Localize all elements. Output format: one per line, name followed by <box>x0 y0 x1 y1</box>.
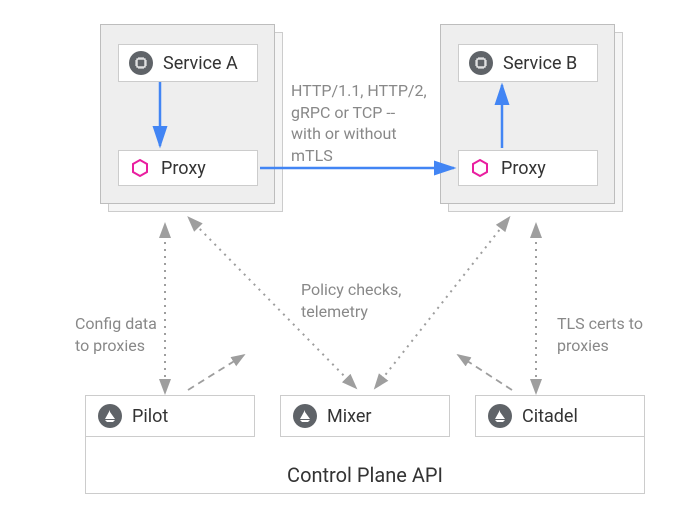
service-b-box: Service B <box>458 44 598 82</box>
chip-icon <box>129 51 153 75</box>
proxy-b-box: Proxy <box>458 150 598 186</box>
hexagon-icon <box>469 157 491 179</box>
tls-annotation: TLS certs to proxies <box>557 313 643 356</box>
hexagon-icon <box>129 157 151 179</box>
service-a-label: Service A <box>163 53 238 74</box>
pilot-box: Pilot <box>85 395 255 437</box>
chip-icon <box>469 51 493 75</box>
citadel-box: Citadel <box>475 395 645 437</box>
sail-icon <box>293 404 317 428</box>
arrow-citadel-diagonal <box>458 355 512 390</box>
proxy-b-label: Proxy <box>501 158 546 179</box>
service-b-label: Service B <box>503 53 577 74</box>
citadel-label: Citadel <box>522 406 578 427</box>
control-plane-api-label: Control Plane API <box>287 463 443 487</box>
sail-icon <box>98 404 122 428</box>
service-a-box: Service A <box>118 44 258 82</box>
pilot-label: Pilot <box>132 406 168 427</box>
config-annotation: Config data to proxies <box>75 313 157 356</box>
policy-annotation: Policy checks, telemetry <box>301 279 401 322</box>
mixer-box: Mixer <box>280 395 450 437</box>
proxy-a-label: Proxy <box>161 158 206 179</box>
sail-icon <box>488 404 512 428</box>
proxy-a-box: Proxy <box>118 150 258 186</box>
traffic-annotation: HTTP/1.1, HTTP/2, gRPC or TCP -- with or… <box>291 80 427 166</box>
arrow-pilot-diagonal <box>188 355 244 390</box>
mixer-label: Mixer <box>327 406 372 427</box>
